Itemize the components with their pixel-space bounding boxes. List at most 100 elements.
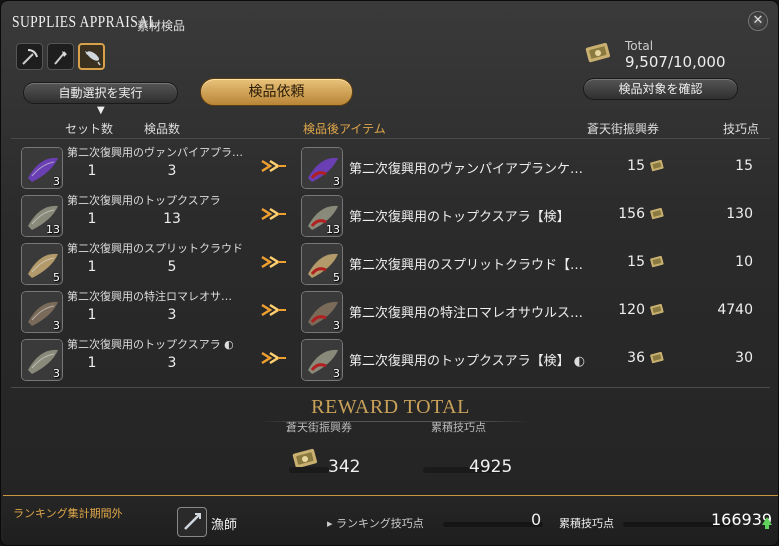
item-name: 第二次復興用のヴァンパイアプラ…	[67, 146, 243, 159]
scrip-amount: 15	[627, 254, 645, 270]
item-quantity: 3	[53, 175, 60, 188]
tab-fisher[interactable]	[78, 43, 105, 70]
result-item-icon[interactable]: 13	[301, 195, 343, 237]
reward-total-title: REWARD TOTAL	[311, 396, 470, 418]
fishing-icon	[84, 50, 101, 65]
item-quantity: 13	[46, 223, 60, 236]
total-value: 9,507/10,000	[625, 53, 726, 71]
result-item-name: 第二次復興用のヴァンパイアプランケ…	[349, 162, 584, 177]
item-name: 第二次復興用のトップクスアラ ◐	[67, 338, 234, 351]
header-count[interactable]: 検品数	[144, 120, 180, 137]
result-item-icon[interactable]: 3	[301, 147, 343, 189]
confirm-targets-button[interactable]: 検品対象を確認	[583, 78, 738, 100]
result-item-quantity: 3	[333, 367, 340, 380]
scrip-amount: 156	[618, 206, 645, 222]
close-icon: ✕	[752, 13, 764, 28]
list-divider	[11, 387, 770, 388]
ranking-footer: ランキング集計期間外 漁師 ▸ ランキング技巧点 0 累積技巧点 166939	[3, 495, 778, 545]
job-name: 漁師	[211, 518, 238, 533]
table-row[interactable]: 3 第二次復興用のヴァンパイアプラ… 1 3 3 第二次復興用のヴァンパイアプランケ… 15…	[1, 144, 778, 192]
reward-points-label: 累積技巧点	[431, 421, 486, 434]
result-item-name: 第二次復興用の特注ロマレオサウルス…	[349, 306, 584, 321]
item-name: 第二次復興用の特注ロマレオサ…	[67, 290, 232, 303]
skill-points: 4740	[717, 302, 753, 318]
convert-arrow-icon	[261, 351, 286, 365]
item-name: 第二次復興用のトップクスアラ	[67, 194, 221, 207]
header-sets[interactable]: セット数	[65, 120, 113, 137]
appraisal-count[interactable]: 3	[157, 307, 187, 323]
scrip-icon	[585, 42, 610, 63]
set-count[interactable]: 1	[79, 307, 105, 323]
convert-arrow-icon	[261, 303, 286, 317]
set-count[interactable]: 1	[79, 163, 105, 179]
auto-select-button[interactable]: 自動選択を実行	[23, 82, 178, 104]
table-row[interactable]: 3 第二次復興用の特注ロマレオサ… 1 3 3 第二次復興用の特注ロマレオサウルス… 120…	[1, 288, 778, 336]
scrip-icon	[649, 302, 666, 318]
set-count[interactable]: 1	[79, 259, 105, 275]
result-item-name: 第二次復興用のスプリットクラウド【…	[349, 258, 584, 273]
header-points[interactable]: 技巧点	[723, 120, 759, 137]
ranking-points-label: ▸ ランキング技巧点	[327, 517, 424, 530]
item-icon[interactable]: 13	[21, 195, 63, 237]
request-appraisal-button[interactable]: 検品依頼	[200, 78, 353, 106]
appraisal-count[interactable]: 3	[157, 163, 187, 179]
result-item-name: 第二次復興用のトップクスアラ【検】 ◐	[349, 354, 586, 369]
tab-miner[interactable]	[16, 43, 43, 70]
convert-arrow-icon	[261, 159, 286, 173]
hq-icon: ◐	[573, 354, 586, 369]
sort-down-icon[interactable]: ▼	[97, 105, 105, 116]
item-icon[interactable]: 3	[21, 291, 63, 333]
ranking-points-bar	[443, 522, 543, 527]
result-item-icon[interactable]: 3	[301, 291, 343, 333]
convert-arrow-icon	[261, 207, 286, 221]
fisher-job-icon	[184, 513, 201, 530]
table-row[interactable]: 3 第二次復興用のトップクスアラ ◐ 1 3 3 第二次復興用のトップクスアラ【検】 ◐ 3…	[1, 336, 778, 384]
hq-icon: ◐	[224, 338, 234, 351]
tab-botanist[interactable]	[47, 43, 74, 70]
header-result-item[interactable]: 検品後アイテム	[303, 120, 386, 137]
table-row[interactable]: 5 第二次復興用のスプリットクラウド 1 5 5 第二次復興用のスプリットクラウド【… 15…	[1, 240, 778, 288]
window-title: SUPPLIES APPRAISAL	[12, 12, 158, 31]
scrip-amount: 15	[627, 158, 645, 174]
scrip-icon	[649, 350, 666, 366]
fisher-job-button[interactable]	[177, 507, 207, 537]
appraisal-count[interactable]: 5	[157, 259, 187, 275]
item-quantity: 3	[53, 367, 60, 380]
table-row[interactable]: 13 第二次復興用のトップクスアラ 1 13 13 第二次復興用のトップクスアラ【検】 15…	[1, 192, 778, 240]
scrip-amount: 36	[627, 350, 645, 366]
scrip-icon	[649, 254, 666, 270]
scrip-icon	[649, 206, 666, 222]
item-icon[interactable]: 3	[21, 147, 63, 189]
reward-scrip-value: 342	[328, 457, 361, 477]
supplies-appraisal-window: SUPPLIES APPRAISAL 素材検品 ✕ Total 9,507/10…	[0, 0, 779, 546]
item-name: 第二次復興用のスプリットクラウド	[67, 242, 243, 255]
close-button[interactable]: ✕	[748, 11, 768, 31]
total-label: Total	[625, 39, 654, 53]
set-count[interactable]: 1	[79, 211, 105, 227]
scrip-icon	[649, 158, 666, 174]
result-item-quantity: 5	[333, 271, 340, 284]
window-subtitle: 素材検品	[137, 19, 186, 33]
pickaxe-icon	[21, 48, 38, 65]
appraisal-count[interactable]: 3	[157, 355, 187, 371]
item-icon[interactable]: 5	[21, 243, 63, 285]
result-item-icon[interactable]: 3	[301, 339, 343, 381]
convert-arrow-icon	[261, 255, 286, 269]
skill-points: 130	[726, 206, 753, 222]
skill-points: 30	[735, 350, 753, 366]
appraisal-count[interactable]: 13	[157, 211, 187, 227]
result-item-quantity: 13	[326, 223, 340, 236]
result-item-name: 第二次復興用のトップクスアラ【検】	[349, 210, 570, 225]
hatchet-icon	[53, 50, 67, 65]
header-scrip[interactable]: 蒼天街振興券	[587, 120, 659, 137]
item-icon[interactable]: 3	[21, 339, 63, 381]
ranking-points-value: 0	[531, 510, 542, 529]
reward-points-value: 4925	[469, 457, 513, 477]
set-count[interactable]: 1	[79, 355, 105, 371]
item-quantity: 5	[53, 271, 60, 284]
ranking-period-label: ランキング集計期間外	[13, 507, 123, 520]
item-quantity: 3	[53, 319, 60, 332]
accumulated-points-label: 累積技巧点	[559, 517, 614, 530]
scrip-amount: 120	[618, 302, 645, 318]
result-item-icon[interactable]: 5	[301, 243, 343, 285]
